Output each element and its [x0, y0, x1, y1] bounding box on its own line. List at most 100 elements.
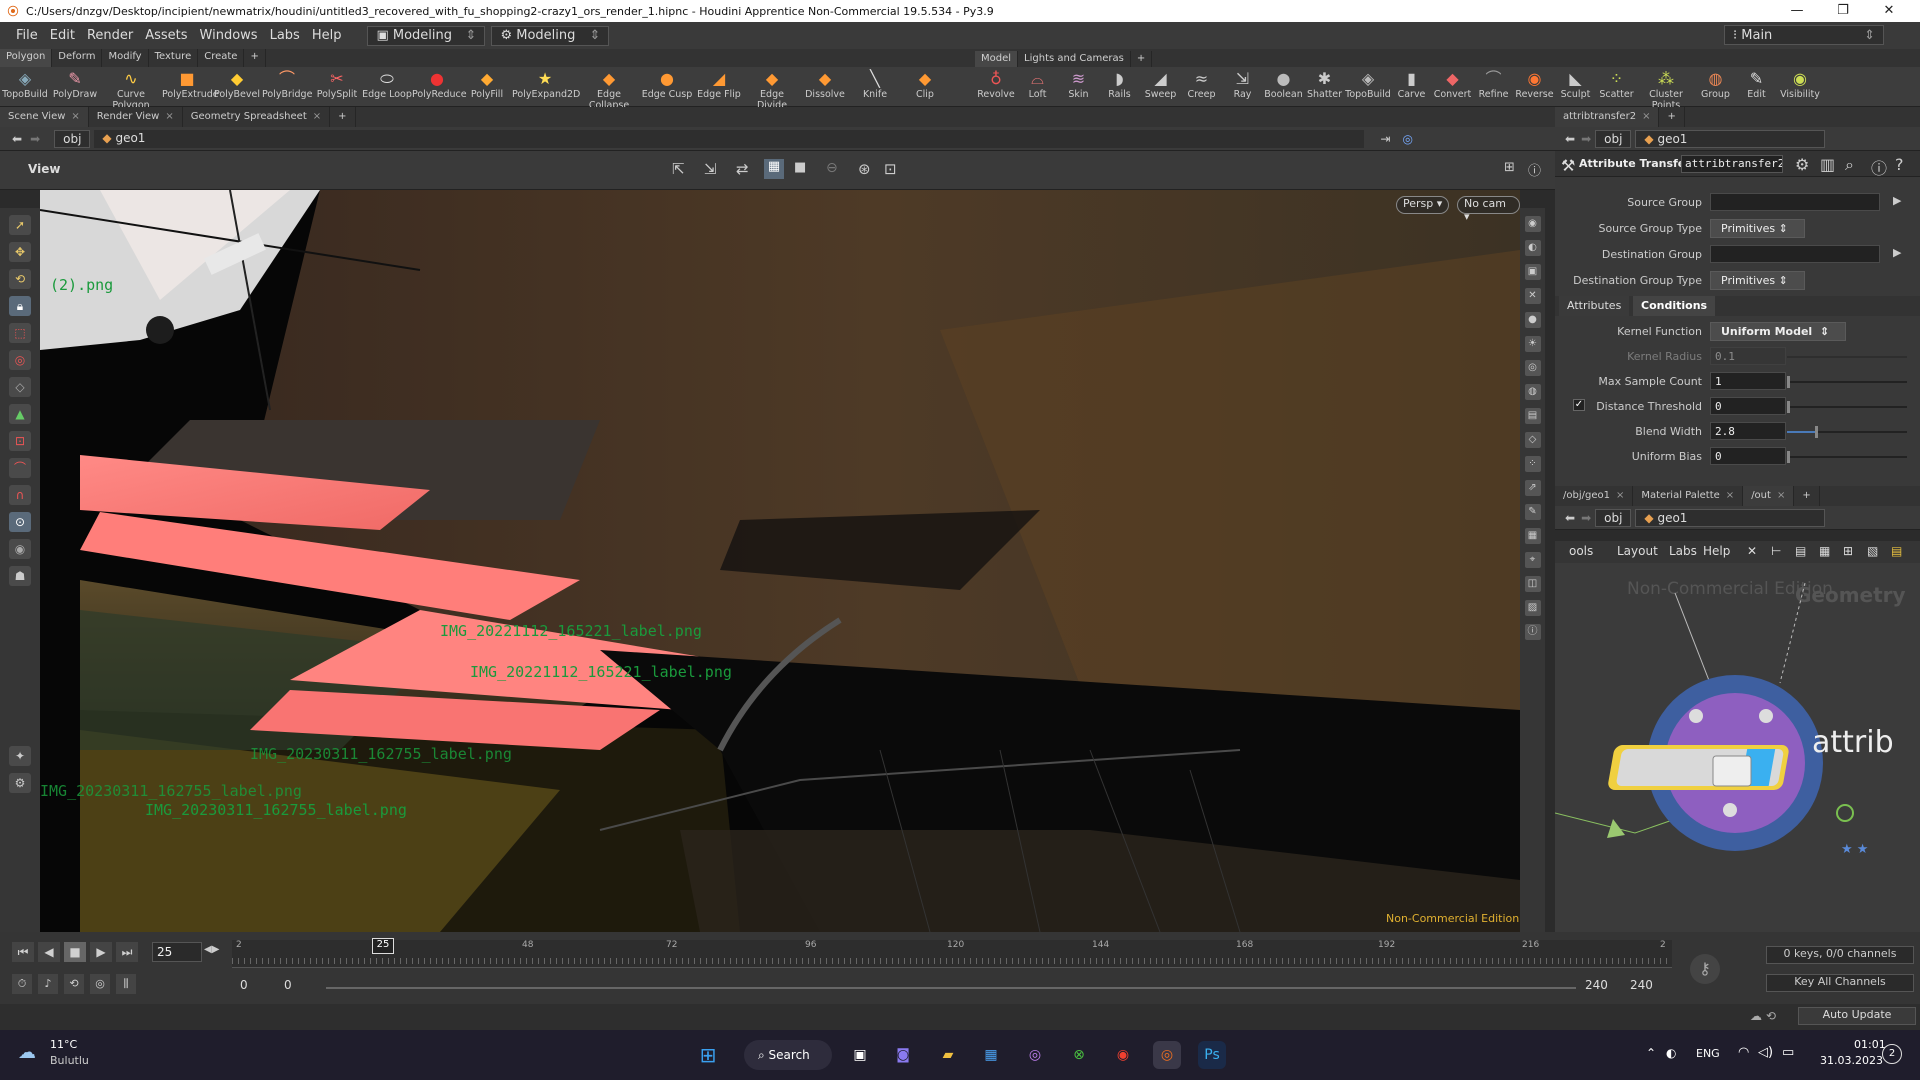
menu-labs[interactable]: Labs	[264, 28, 306, 43]
volume-icon[interactable]: ◁)	[1758, 1045, 1773, 1060]
grid-icon[interactable]: ▦	[1524, 528, 1541, 544]
subtab-attributes[interactable]: Attributes	[1559, 296, 1630, 316]
cloud-icon[interactable]: ☁ ⟲	[1750, 1009, 1776, 1023]
snap-icon[interactable]: ⊖	[826, 160, 838, 176]
close-tab-icon[interactable]: ×	[71, 111, 79, 122]
pin-icon[interactable]: ⇥	[1380, 132, 1390, 146]
close-icon[interactable]: ✕	[1524, 288, 1541, 304]
max-sample-field[interactable]: 1	[1710, 372, 1786, 390]
task-view-icon[interactable]: ▣	[846, 1041, 874, 1069]
grid-icon[interactable]: ▦	[1819, 544, 1830, 558]
tool-clip[interactable]: ◆ Clip	[900, 67, 950, 107]
tool-scatter[interactable]: ⁘ Scatter	[1596, 67, 1637, 107]
list-icon[interactable]: ▤	[1795, 544, 1806, 558]
windows-start-icon[interactable]: ⊞	[694, 1041, 722, 1069]
distance-threshold-slider[interactable]	[1787, 401, 1907, 413]
info-icon[interactable]: ⓘ	[1871, 155, 1887, 179]
view-tool-icon[interactable]: ⊙	[9, 512, 31, 532]
points-icon[interactable]: ⁘	[1524, 456, 1541, 472]
add-shelf-icon[interactable]: +	[244, 49, 266, 67]
texture-icon[interactable]: ▤	[1524, 408, 1541, 424]
pose-tool-icon[interactable]: ◇	[9, 377, 31, 397]
search-icon[interactable]: ⌕	[1845, 155, 1854, 175]
shelf-tab-modify[interactable]: Modify	[102, 49, 149, 67]
tool-convert[interactable]: ◆ Convert	[1432, 67, 1473, 107]
tool-loft[interactable]: ⌓ Loft	[1017, 67, 1058, 107]
menu-file[interactable]: File	[10, 28, 44, 43]
path-obj[interactable]: obj	[1595, 508, 1632, 527]
select-prims-icon[interactable]: ▦	[764, 159, 784, 179]
network-editor[interactable]: ools Layout Labs Help ✕ ⊢ ▤ ▦ ⊞ ▧ ▤ Non-…	[1555, 541, 1920, 932]
tool-cluster-points[interactable]: ⁂ Cluster Points	[1637, 67, 1695, 107]
lock-icon[interactable]: ▣	[1524, 264, 1541, 280]
snap-icon[interactable]: ⌖	[1524, 552, 1541, 568]
tray-app-icon[interactable]: ◐	[1666, 1046, 1676, 1060]
close-tab-icon[interactable]: ×	[1726, 490, 1734, 501]
tool-knife[interactable]: ╲ Knife	[850, 67, 900, 107]
uniform-bias-field[interactable]: 0	[1710, 447, 1786, 465]
shading-icon[interactable]: ●	[1524, 312, 1541, 328]
store-icon[interactable]: ▦	[977, 1041, 1005, 1069]
sticky-note-icon[interactable]: ▤	[1891, 544, 1902, 558]
range-end-field[interactable]: 240	[1630, 978, 1653, 992]
tool-refine[interactable]: ⌒ Refine	[1473, 67, 1514, 107]
dest-group-field[interactable]	[1710, 245, 1880, 263]
weather-icon[interactable]: ☁	[18, 1042, 36, 1063]
tool-topobuild[interactable]: ◈ TopoBuild	[0, 67, 50, 107]
normals-icon[interactable]: ⇗	[1524, 480, 1541, 496]
tab-geometry-spreadsheet[interactable]: Geometry Spreadsheet ×	[182, 107, 331, 127]
maximize-button[interactable]: ❐	[1820, 0, 1866, 22]
display-icon[interactable]: ⊡	[884, 160, 897, 178]
file-explorer-icon[interactable]: ▰	[934, 1041, 962, 1069]
menu-assets[interactable]: Assets	[139, 28, 193, 43]
timeline-track[interactable]: 2 48 72 96 120 144 168 192 216 2 25	[232, 938, 1672, 968]
instagram-icon[interactable]: ◎	[1021, 1041, 1049, 1069]
close-tab-icon[interactable]: ×	[1642, 111, 1650, 122]
playback-start-field[interactable]: 0	[284, 978, 292, 992]
auto-update-menu[interactable]: Auto Update	[1798, 1007, 1916, 1025]
tool-polydraw[interactable]: ✎ PolyDraw	[50, 67, 100, 107]
loop-icon[interactable]: ⟲	[64, 974, 84, 994]
realtime-icon[interactable]: ⏱	[12, 974, 32, 994]
keys-icon[interactable]: ⫼	[116, 974, 136, 994]
teams-icon[interactable]: ◙	[889, 1041, 917, 1069]
audio-icon[interactable]: ♪	[38, 974, 58, 994]
arrow-select-icon[interactable]: ▶	[1893, 246, 1901, 259]
tool-polyextrude[interactable]: ■ PolyExtrude	[162, 67, 219, 107]
select-vertices-icon[interactable]: ■	[794, 160, 806, 175]
uv-icon[interactable]: ◫	[1524, 576, 1541, 592]
close-tab-icon[interactable]: ×	[1616, 490, 1624, 501]
select-points-icon[interactable]: ⇲	[704, 160, 717, 178]
houdini-icon[interactable]: ◎	[1153, 1041, 1181, 1069]
close-button[interactable]: ✕	[1866, 0, 1912, 22]
light-icon[interactable]: ☀	[1524, 336, 1541, 352]
settings-icon[interactable]: ⚙	[9, 773, 31, 793]
kernel-function-menu[interactable]: Uniform Model ⇕	[1710, 322, 1846, 341]
image-icon[interactable]: ▨	[1524, 600, 1541, 616]
shelf-tab-deform[interactable]: Deform	[52, 49, 103, 67]
camera-icon[interactable]: ◍	[1524, 384, 1541, 400]
shelf-tab-create[interactable]: Create	[198, 49, 245, 67]
brush-icon[interactable]: ✎	[1524, 504, 1541, 520]
add-tab-icon[interactable]: +	[1659, 107, 1685, 127]
weather-temp[interactable]: 11°C	[50, 1038, 77, 1051]
tool-edge-flip[interactable]: ◢ Edge Flip	[694, 67, 744, 107]
path-geo[interactable]: ◆ geo1	[94, 129, 1365, 148]
stop-icon[interactable]: ■	[64, 942, 86, 962]
tool-revolve[interactable]: ♁ Revolve	[975, 67, 1017, 107]
blend-width-slider[interactable]	[1787, 426, 1907, 438]
context-dropdown[interactable]: ⚙ Modeling ⇕	[491, 25, 610, 46]
tool-topobuild-2[interactable]: ◈ TopoBuild	[1345, 67, 1391, 107]
menu-render[interactable]: Render	[81, 28, 139, 43]
language-indicator[interactable]: ENG	[1696, 1047, 1720, 1060]
back-arrow-icon[interactable]: ⬅	[1565, 511, 1575, 525]
tool-shatter[interactable]: ✱ Shatter	[1304, 67, 1345, 107]
playback-end-field[interactable]: 240	[1585, 978, 1608, 992]
bulb-icon[interactable]: ◎	[1524, 360, 1541, 376]
bend-tool-icon[interactable]: ⌒	[9, 458, 31, 478]
help-book-icon[interactable]: ▥	[1820, 155, 1835, 174]
path-obj[interactable]: obj	[54, 129, 91, 148]
tool-reverse[interactable]: ◉ Reverse	[1514, 67, 1555, 107]
tool-skin[interactable]: ≋ Skin	[1058, 67, 1099, 107]
tool-polyreduce[interactable]: ● PolyReduce	[412, 67, 467, 107]
